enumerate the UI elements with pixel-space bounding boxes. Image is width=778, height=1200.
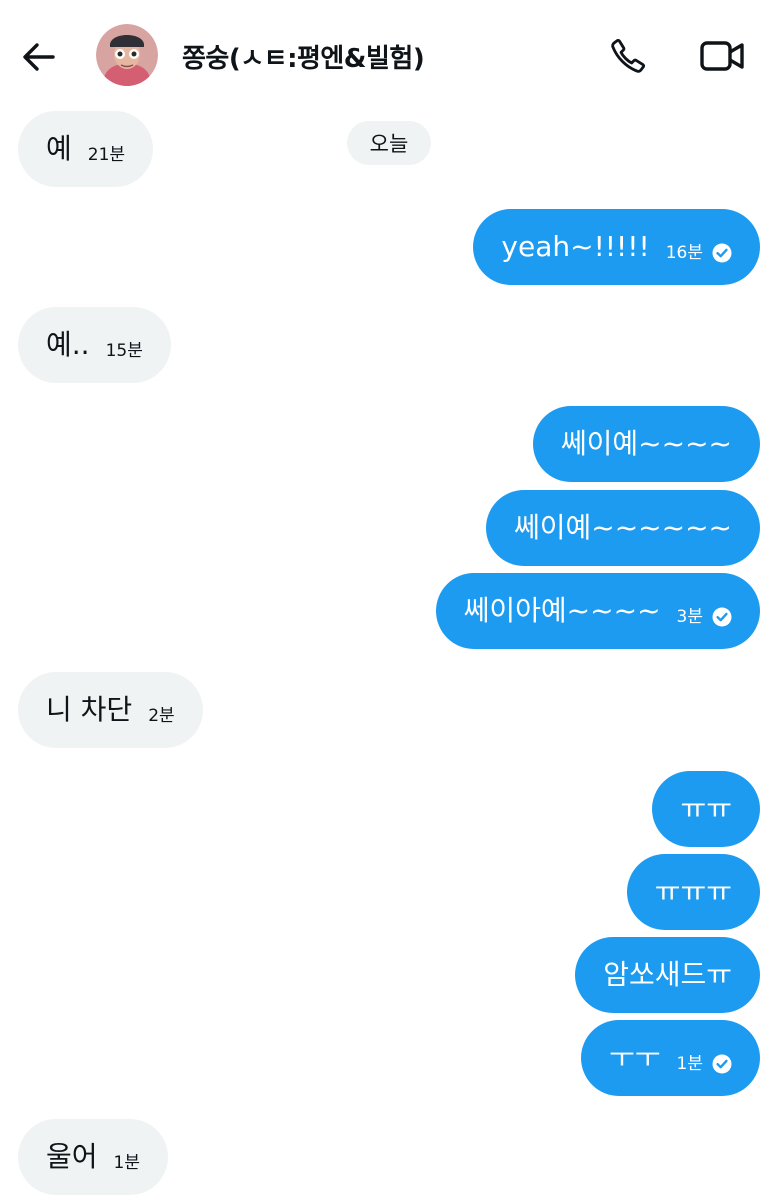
- message-meta: 3분: [677, 607, 732, 627]
- outgoing-message-bubble[interactable]: ㅠㅠㅠ: [626, 854, 760, 930]
- message-text: ㅠㅠㅠ: [654, 875, 732, 908]
- arrow-left-icon: [23, 43, 55, 71]
- message-timestamp: 3분: [676, 606, 703, 627]
- contact-name[interactable]: 쫑숭(ㅅㅌ:평엔&빌험): [182, 38, 425, 75]
- video-camera-icon: [700, 41, 744, 71]
- date-separator: 오늘: [347, 121, 431, 165]
- read-receipt-check-icon: [712, 607, 732, 627]
- conversation-header: 쫑숭(ㅅㅌ:평엔&빌험): [0, 0, 778, 112]
- message-text: yeah~!!!!!: [501, 230, 650, 263]
- incoming-message-bubble[interactable]: 니 차단 2분: [18, 672, 203, 748]
- message-text: 예..: [46, 328, 90, 361]
- message-timestamp: 21분: [87, 144, 126, 165]
- read-receipt-check-icon: [712, 243, 732, 263]
- outgoing-message-bubble[interactable]: ㅜㅜ 1분: [581, 1020, 760, 1096]
- outgoing-message-bubble[interactable]: 쎄이아예~~~~ 3분: [435, 573, 760, 649]
- message-text: 예: [46, 132, 72, 165]
- message-meta: 2분: [148, 705, 175, 726]
- message-timestamp: 2분: [148, 705, 175, 726]
- call-button[interactable]: [604, 32, 652, 80]
- phone-icon: [611, 38, 646, 73]
- message-meta: 15분: [105, 340, 143, 361]
- outgoing-message-bubble[interactable]: 쎄이예~~~~: [532, 406, 760, 482]
- message-text: 쎄이아예~~~~: [463, 594, 661, 627]
- outgoing-message-bubble[interactable]: 쎄이예~~~~~~: [485, 490, 760, 566]
- incoming-message-bubble[interactable]: 예.. 15분: [18, 307, 171, 383]
- outgoing-message-bubble[interactable]: 암쏘새드ㅠ: [575, 937, 760, 1013]
- message-text: 울어: [46, 1140, 98, 1173]
- message-meta: 21분: [87, 144, 126, 165]
- outgoing-message-bubble[interactable]: ㅠㅠ: [652, 771, 760, 847]
- message-text: ㅜㅜ: [609, 1041, 661, 1074]
- read-receipt-check-icon: [712, 1054, 732, 1074]
- back-button[interactable]: [18, 36, 60, 78]
- message-timestamp: 15분: [105, 340, 143, 361]
- message-text: 니 차단: [46, 693, 133, 726]
- incoming-message-bubble[interactable]: 예 21분: [18, 111, 154, 187]
- message-text: 쎄이예~~~~: [560, 427, 732, 460]
- video-call-button[interactable]: [696, 32, 748, 80]
- message-meta: 16분: [666, 243, 732, 263]
- message-text: ㅠㅠ: [680, 792, 732, 825]
- message-timestamp: 1분: [113, 1152, 140, 1173]
- message-text: 쎄이예~~~~~~: [513, 511, 732, 544]
- message-timestamp: 16분: [665, 242, 703, 263]
- outgoing-message-bubble[interactable]: yeah~!!!!! 16분: [473, 209, 760, 285]
- message-text: 암쏘새드ㅠ: [603, 958, 732, 991]
- message-timestamp: 1분: [676, 1053, 703, 1074]
- incoming-message-bubble[interactable]: 울어 1분: [18, 1119, 168, 1195]
- message-meta: 1분: [113, 1152, 140, 1173]
- message-meta: 1분: [677, 1054, 732, 1074]
- contact-avatar[interactable]: [96, 24, 158, 86]
